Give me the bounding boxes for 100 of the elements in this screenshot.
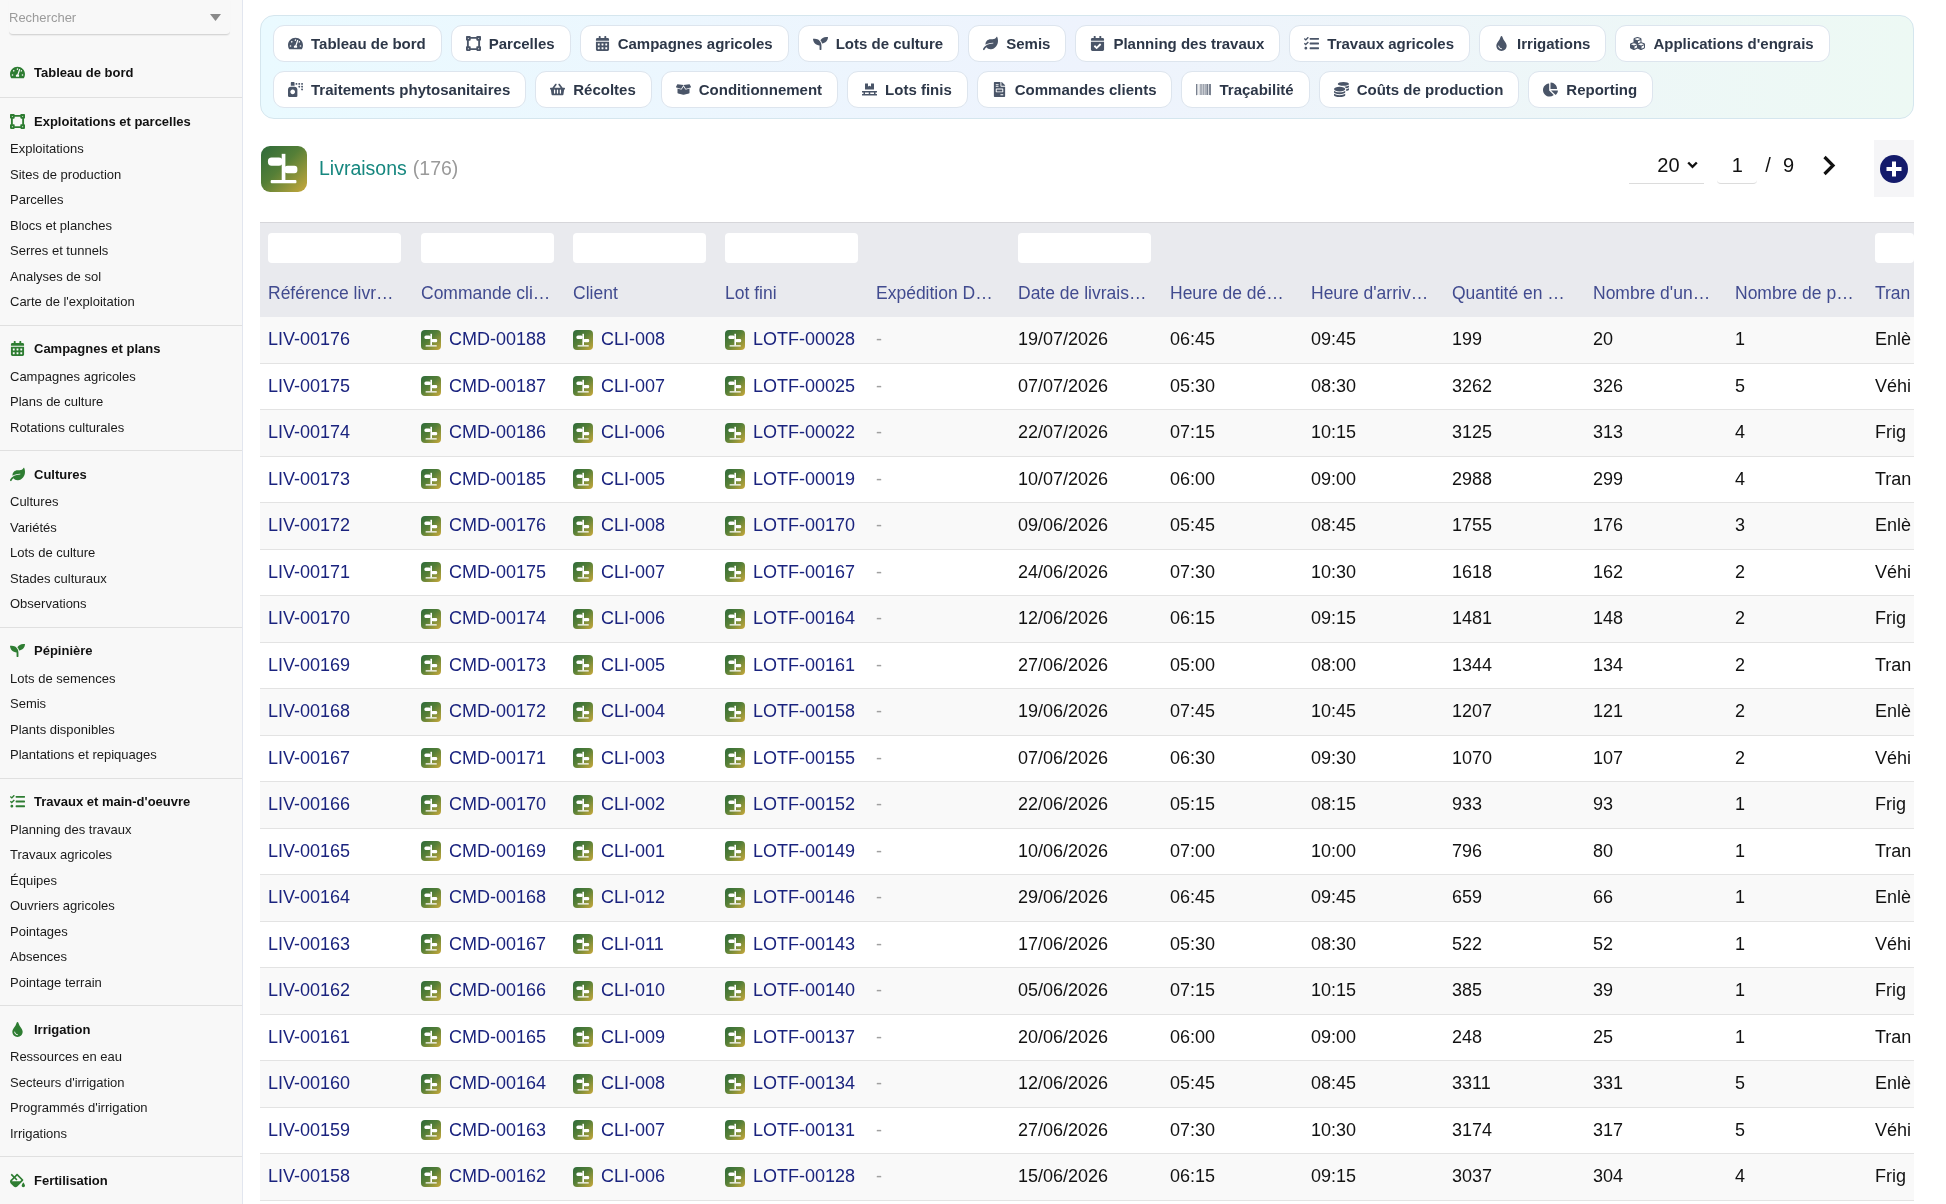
menu-item[interactable]: Serres et tunnels	[0, 238, 242, 264]
table-link[interactable]: LOTF-00152	[753, 794, 856, 816]
table-link[interactable]: CMD-00168	[449, 887, 547, 909]
table-link[interactable]: CLI-002	[601, 794, 666, 816]
table-link[interactable]: CLI-007	[601, 375, 666, 397]
page-input[interactable]: 1	[1717, 147, 1758, 184]
table-link[interactable]: CMD-00173	[449, 654, 547, 676]
table-link[interactable]: CMD-00176	[449, 515, 547, 537]
table-link[interactable]: CLI-008	[601, 1073, 666, 1095]
menu-item[interactable]: Irrigations	[0, 1120, 242, 1146]
table-link[interactable]: LIV-00169	[268, 654, 351, 676]
table-link[interactable]: LOTF-00028	[753, 329, 856, 351]
table-link[interactable]: LOTF-00022	[753, 422, 856, 444]
column-header[interactable]: Heure de dé…	[1170, 283, 1284, 303]
menu-item[interactable]: Travaux agricoles	[0, 842, 242, 868]
menu-item[interactable]: Secteurs d'irrigation	[0, 1069, 242, 1095]
shortcut-button[interactable]: Parcelles	[450, 25, 571, 62]
column-header[interactable]: Lot fini	[725, 283, 777, 303]
table-link[interactable]: CMD-00187	[449, 375, 547, 397]
menu-item[interactable]: Ouvriers agricoles	[0, 893, 242, 919]
table-link[interactable]: CMD-00174	[449, 608, 547, 630]
table-link[interactable]: LOTF-00167	[753, 561, 856, 583]
shortcut-button[interactable]: Traitements phytosanitaires	[273, 71, 527, 108]
table-link[interactable]: LIV-00176	[268, 329, 351, 351]
table-link[interactable]: CLI-005	[601, 468, 666, 490]
table-link[interactable]: CLI-008	[601, 515, 666, 537]
table-link[interactable]: CMD-00163	[449, 1119, 547, 1141]
menu-item[interactable]: Absences	[0, 944, 242, 970]
column-header[interactable]: Date de livrais…	[1018, 283, 1147, 303]
shortcut-button[interactable]: Travaux agricoles	[1289, 25, 1471, 62]
menu-item[interactable]: Variétés	[0, 514, 242, 540]
menu-section-header[interactable]: Exploitations et parcelles	[0, 111, 242, 131]
menu-section-header[interactable]: Irrigation	[0, 1019, 242, 1039]
table-link[interactable]: CLI-007	[601, 1119, 666, 1141]
shortcut-button[interactable]: Campagnes agricoles	[579, 25, 789, 62]
table-link[interactable]: CMD-00167	[449, 933, 547, 955]
table-link[interactable]: CMD-00175	[449, 561, 547, 583]
menu-item[interactable]: Pointages	[0, 918, 242, 944]
table-link[interactable]: CLI-005	[601, 654, 666, 676]
table-link[interactable]: CLI-006	[601, 1166, 666, 1188]
menu-item[interactable]: Semis	[0, 691, 242, 717]
table-link[interactable]: CLI-010	[601, 980, 666, 1002]
next-page-button[interactable]	[1822, 155, 1836, 176]
table-link[interactable]: CLI-004	[601, 701, 666, 723]
shortcut-button[interactable]: Conditionnement	[660, 71, 839, 108]
table-link[interactable]: CLI-009	[601, 1026, 666, 1048]
menu-item[interactable]: Cultures	[0, 489, 242, 515]
menu-item[interactable]: Parcelles	[0, 187, 242, 213]
shortcut-button[interactable]: Irrigations	[1479, 25, 1607, 62]
menu-item[interactable]: Stades culturaux	[0, 565, 242, 591]
table-link[interactable]: LOTF-00146	[753, 887, 856, 909]
shortcut-button[interactable]: Tableau de bord	[273, 25, 442, 62]
table-link[interactable]: CLI-001	[601, 840, 666, 862]
table-link[interactable]: CLI-008	[601, 329, 666, 351]
menu-section-header[interactable]: Tableau de bord	[0, 62, 242, 82]
table-link[interactable]: LOTF-00164	[753, 608, 856, 630]
table-link[interactable]: LOTF-00170	[753, 515, 856, 537]
menu-item[interactable]: Rotations culturales	[0, 414, 242, 440]
menu-item[interactable]: Ressources en eau	[0, 1044, 242, 1070]
table-link[interactable]: LOTF-00128	[753, 1166, 856, 1188]
shortcut-button[interactable]: Lots de culture	[797, 25, 960, 62]
shortcut-button[interactable]: Coûts de production	[1318, 71, 1520, 108]
shortcut-button[interactable]: Planning des travaux	[1075, 25, 1281, 62]
table-link[interactable]: CMD-00171	[449, 747, 547, 769]
table-link[interactable]: LIV-00164	[268, 887, 351, 909]
menu-section-header[interactable]: Travaux et main-d'oeuvre	[0, 791, 242, 812]
table-link[interactable]: LOTF-00131	[753, 1119, 856, 1141]
table-link[interactable]: LIV-00166	[268, 794, 351, 816]
menu-item[interactable]: Analyses de sol	[0, 263, 242, 289]
table-link[interactable]: LIV-00173	[268, 468, 351, 490]
menu-item[interactable]: Campagnes agricoles	[0, 363, 242, 389]
table-link[interactable]: CLI-007	[601, 561, 666, 583]
column-header[interactable]: Heure d'arriv…	[1311, 283, 1429, 303]
shortcut-button[interactable]: Lots finis	[847, 71, 968, 108]
column-header[interactable]: Nombre d'un…	[1593, 283, 1711, 303]
add-button[interactable]	[1874, 140, 1914, 197]
page-size-select[interactable]: 20	[1629, 147, 1705, 184]
table-link[interactable]: LIV-00172	[268, 515, 351, 537]
column-header[interactable]: Commande cli…	[421, 283, 551, 303]
table-link[interactable]: LIV-00161	[268, 1026, 351, 1048]
table-link[interactable]: CMD-00188	[449, 329, 547, 351]
shortcut-button[interactable]: Commandes clients	[976, 71, 1173, 108]
shortcut-button[interactable]: Applications d'engrais	[1615, 25, 1830, 62]
table-link[interactable]: CMD-00170	[449, 794, 547, 816]
column-header[interactable]: Expédition D…	[876, 283, 993, 303]
table-link[interactable]: CMD-00169	[449, 840, 547, 862]
column-header[interactable]: Référence livr…	[268, 283, 394, 303]
table-link[interactable]: LIV-00165	[268, 840, 351, 862]
table-link[interactable]: LIV-00170	[268, 608, 351, 630]
table-link[interactable]: LIV-00158	[268, 1166, 351, 1188]
menu-section-header[interactable]: Pépinière	[0, 640, 242, 661]
table-link[interactable]: LIV-00160	[268, 1073, 351, 1095]
table-link[interactable]: CMD-00172	[449, 701, 547, 723]
menu-item[interactable]: Plans de culture	[0, 389, 242, 415]
table-link[interactable]: CMD-00162	[449, 1166, 547, 1188]
table-link[interactable]: LOTF-00134	[753, 1073, 856, 1095]
table-link[interactable]: LIV-00171	[268, 561, 351, 583]
table-link[interactable]: LIV-00174	[268, 422, 351, 444]
table-link[interactable]: LOTF-00143	[753, 933, 856, 955]
table-link[interactable]: LOTF-00161	[753, 654, 856, 676]
